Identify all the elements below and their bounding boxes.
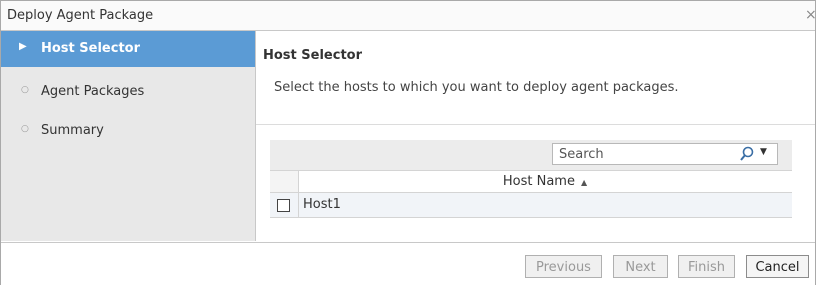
select-all-header-cell bbox=[270, 171, 299, 192]
search-box: ▼ bbox=[552, 143, 778, 165]
magnifier-icon[interactable] bbox=[739, 145, 755, 163]
sidebar-item-label: Host Selector bbox=[41, 41, 141, 56]
bullet-icon: ○ bbox=[21, 85, 29, 95]
main-panel: Host Selector Select the hosts to which … bbox=[256, 31, 815, 241]
wizard-step-sidebar: ▶ Host Selector ○ Agent Packages ○ Summa… bbox=[1, 31, 256, 241]
sort-ascending-icon: ▲ bbox=[580, 178, 588, 187]
search-input[interactable] bbox=[559, 146, 719, 162]
triangle-right-icon: ▶ bbox=[19, 41, 27, 52]
checkbox-icon[interactable] bbox=[277, 199, 290, 212]
dialog-title: Deploy Agent Package bbox=[7, 8, 154, 23]
sidebar-item-label: Summary bbox=[41, 123, 104, 138]
bullet-icon: ○ bbox=[21, 124, 29, 134]
host-name-cell: Host1 bbox=[303, 197, 341, 212]
hosts-table: ▼ Host Name ▲ Host1 bbox=[270, 140, 792, 218]
sidebar-item-label: Agent Packages bbox=[41, 84, 145, 99]
page-description: Select the hosts to which you want to de… bbox=[274, 80, 679, 95]
dropdown-caret-icon[interactable]: ▼ bbox=[760, 147, 767, 157]
next-button[interactable]: Next bbox=[613, 255, 668, 278]
divider bbox=[256, 124, 815, 125]
column-header-label: Host Name bbox=[502, 174, 575, 189]
table-header: Host Name ▲ bbox=[270, 171, 792, 193]
table-toolbar: ▼ bbox=[270, 140, 792, 171]
previous-button[interactable]: Previous bbox=[525, 255, 602, 278]
sidebar-item-host-selector[interactable]: ▶ Host Selector bbox=[1, 31, 255, 67]
sidebar-item-agent-packages[interactable]: ○ Agent Packages bbox=[1, 74, 255, 110]
close-icon[interactable]: × bbox=[805, 7, 816, 23]
page-title: Host Selector bbox=[263, 48, 363, 63]
deploy-agent-package-dialog: Deploy Agent Package × ▶ Host Selector ○… bbox=[0, 0, 816, 285]
table-row[interactable]: Host1 bbox=[270, 193, 792, 218]
title-bar: Deploy Agent Package × bbox=[1, 1, 816, 31]
sidebar-item-summary[interactable]: ○ Summary bbox=[1, 113, 255, 149]
dialog-footer: Previous Next Finish Cancel bbox=[1, 242, 815, 285]
cancel-button[interactable]: Cancel bbox=[746, 255, 809, 278]
cell-divider bbox=[298, 193, 299, 217]
finish-button[interactable]: Finish bbox=[678, 255, 735, 278]
column-header-host-name[interactable]: Host Name ▲ bbox=[298, 171, 792, 192]
